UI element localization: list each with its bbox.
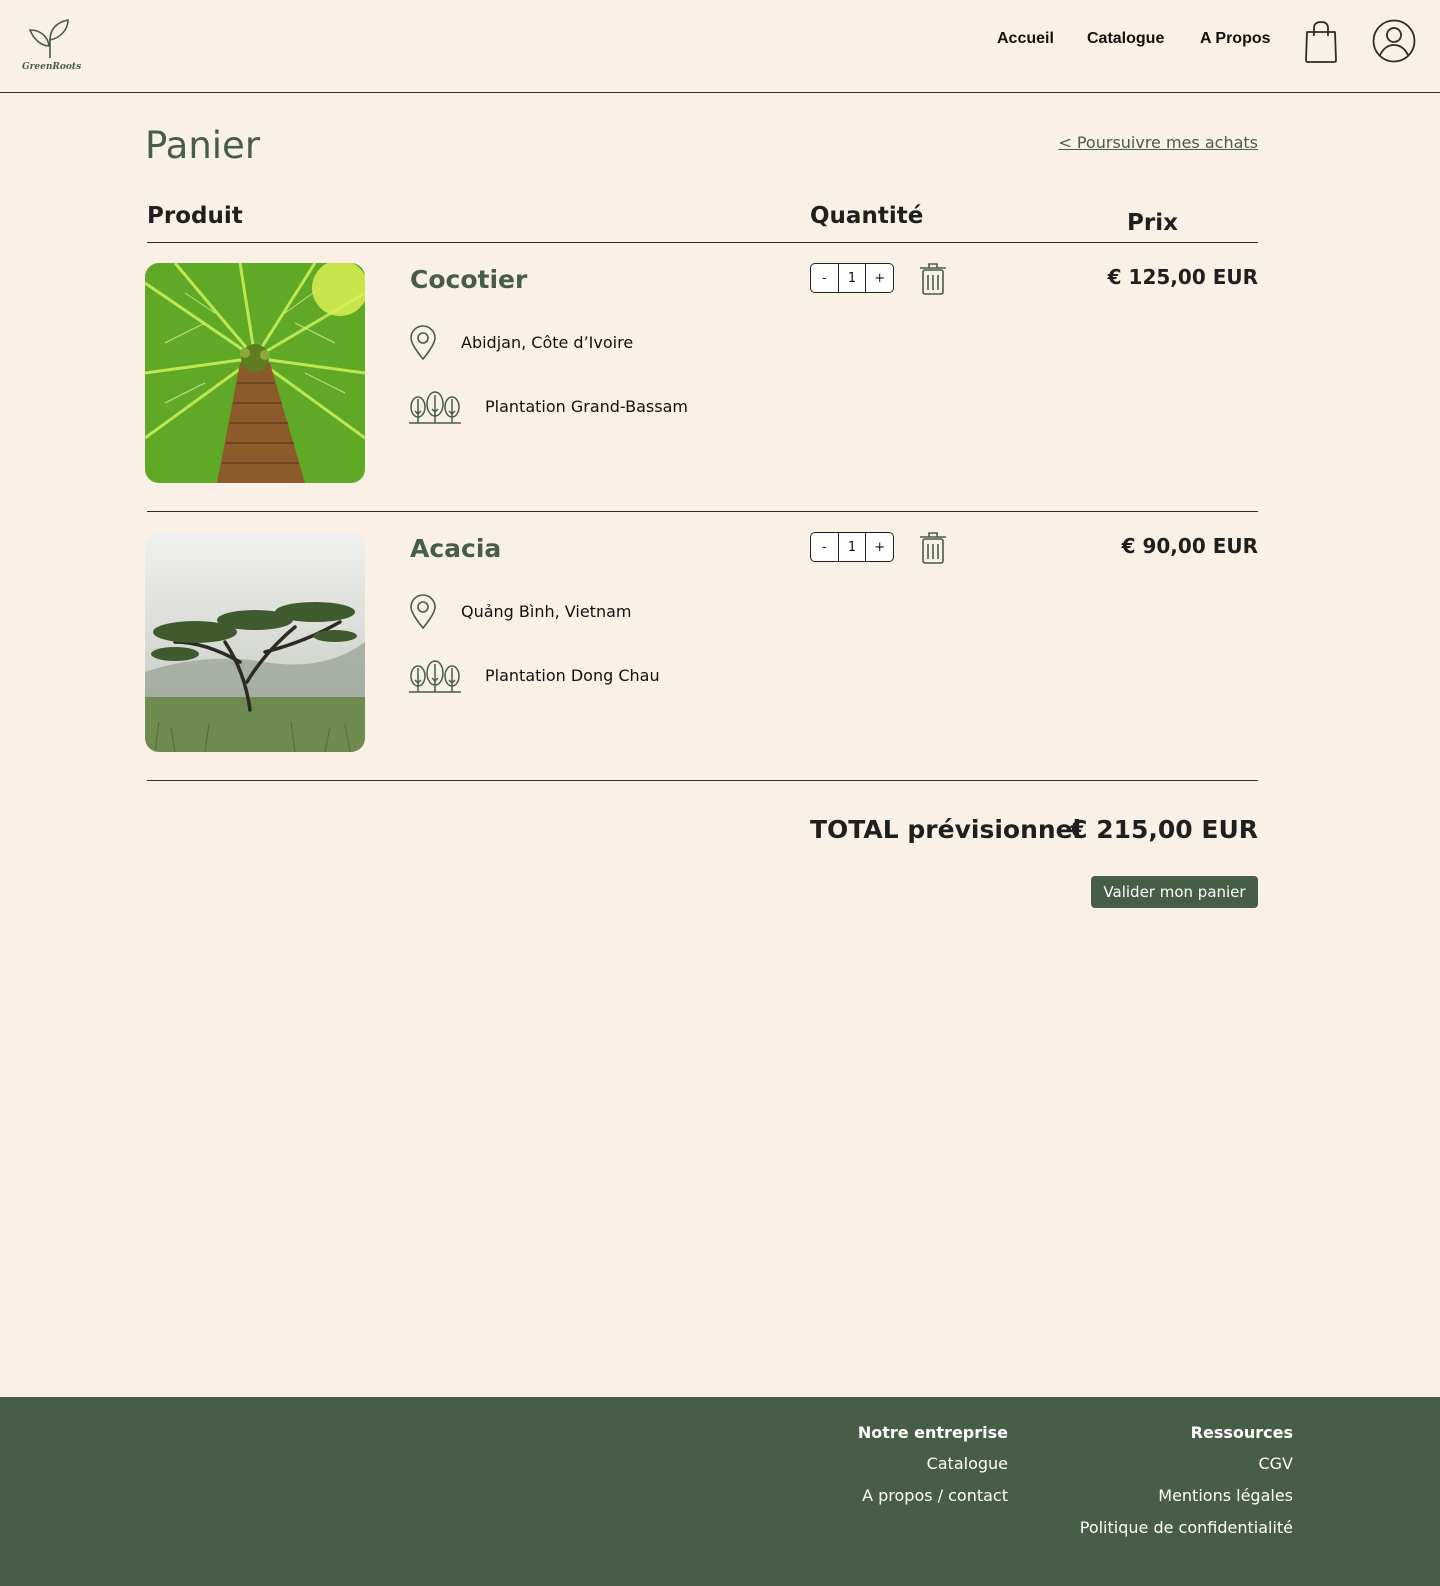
nav-accueil[interactable]: Accueil	[997, 30, 1054, 48]
product-name[interactable]: Cocotier	[410, 265, 527, 294]
continue-shopping-link[interactable]: < Poursuivre mes achats	[1058, 133, 1258, 152]
product-price: € 125,00 EUR	[1107, 265, 1258, 289]
product-location: Abidjan, Côte d’Ivoire	[461, 333, 634, 352]
validate-cart-button[interactable]: Valider mon panier	[1091, 876, 1258, 908]
product-name[interactable]: Acacia	[410, 534, 501, 563]
product-plantation: Plantation Dong Chau	[485, 666, 660, 685]
trash-icon[interactable]	[920, 532, 946, 564]
site-footer: Notre entreprise Catalogue A propos / co…	[0, 1397, 1440, 1586]
footer-heading: Notre entreprise	[857, 1423, 1008, 1442]
footer-column-company: Notre entreprise Catalogue A propos / co…	[858, 1423, 1008, 1518]
footer-link-about-contact[interactable]: A propos / contact	[858, 1486, 1008, 1505]
footer-link-catalogue[interactable]: Catalogue	[858, 1454, 1008, 1473]
sprout-logo-icon	[28, 19, 69, 58]
column-header-price: Prix	[1127, 210, 1178, 236]
forest-icon	[409, 660, 461, 693]
product-price: € 90,00 EUR	[1121, 534, 1258, 558]
location-pin-icon	[410, 594, 436, 630]
quantity-increment-button[interactable]: +	[866, 264, 893, 292]
nav-catalogue[interactable]: Catalogue	[1087, 30, 1164, 48]
column-header-product: Produit	[147, 203, 243, 229]
user-icon[interactable]	[1372, 19, 1416, 63]
shopping-bag-icon[interactable]	[1303, 20, 1339, 64]
site-header: GreenRoots Accueil Catalogue A Propos	[0, 0, 1440, 93]
product-image-acacia[interactable]	[145, 532, 365, 752]
footer-column-resources: Ressources CGV Mentions légales Politiqu…	[1080, 1423, 1293, 1550]
footer-link-cgv[interactable]: CGV	[1080, 1454, 1293, 1473]
divider	[147, 780, 1258, 781]
logo-text: GreenRoots	[22, 62, 82, 72]
quantity-decrement-button[interactable]: -	[811, 533, 838, 561]
quantity-increment-button[interactable]: +	[866, 533, 893, 561]
quantity-stepper: - 1 +	[810, 263, 894, 293]
quantity-stepper: - 1 +	[810, 532, 894, 562]
divider	[147, 242, 1258, 243]
palm-tree-photo	[145, 263, 365, 483]
product-plantation: Plantation Grand-Bassam	[485, 397, 688, 416]
nav-a-propos[interactable]: A Propos	[1200, 30, 1271, 48]
trash-icon[interactable]	[920, 263, 946, 295]
acacia-tree-photo	[145, 532, 365, 752]
forest-icon	[409, 391, 461, 424]
page-title: Panier	[145, 124, 261, 167]
footer-link-legal[interactable]: Mentions légales	[1080, 1486, 1293, 1505]
quantity-decrement-button[interactable]: -	[811, 264, 838, 292]
footer-heading: Ressources	[1190, 1423, 1293, 1442]
total-label: TOTAL prévisionnel	[810, 815, 1082, 844]
total-value: € 215,00 EUR	[1070, 815, 1258, 844]
quantity-value[interactable]: 1	[837, 264, 867, 292]
logo[interactable]: GreenRoots	[22, 16, 82, 78]
footer-link-privacy[interactable]: Politique de confidentialité	[1080, 1518, 1293, 1537]
cart-item: Cocotier Abidjan, Côte d’Ivoire Plantati…	[0, 263, 1440, 531]
divider	[147, 511, 1258, 512]
column-header-quantity: Quantité	[810, 203, 924, 229]
quantity-value[interactable]: 1	[837, 533, 867, 561]
product-location: Quảng Bình, Vietnam	[461, 602, 632, 621]
location-pin-icon	[410, 325, 436, 361]
cart-item: Acacia Quảng Bình, Vietnam Plantation Do…	[0, 532, 1440, 800]
product-image-cocotier[interactable]	[145, 263, 365, 483]
